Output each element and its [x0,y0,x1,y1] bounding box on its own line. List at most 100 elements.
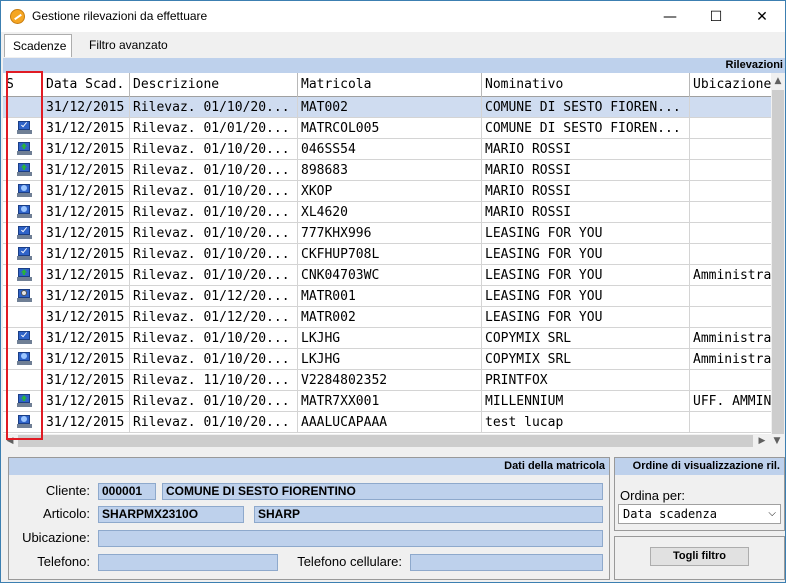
grid-header: S Data Scad. Descrizione Matricola Nomin… [3,73,771,97]
matricola-cell: MATR7XX001 [298,391,482,412]
table-row[interactable]: 31/12/2015 Rilevaz. 01/12/20... MATR002 LEA… [3,307,771,328]
description-cell: Rilevaz. 01/12/20... [130,286,298,307]
tab-scadenze[interactable]: Scadenze [4,34,72,57]
articolo-brand-field[interactable]: SHARP [254,506,603,523]
scroll-right-arrow-icon[interactable]: ▶ [755,433,769,449]
nominativo-cell: PRINTFOX [482,370,690,391]
ubicazione-cell: Amministra [690,265,771,286]
description-cell: Rilevaz. 01/10/20... [130,328,298,349]
date-cell: 31/12/2015 [43,244,130,265]
matricola-cell: MATR001 [298,286,482,307]
table-row[interactable]: 31/12/2015 Rilevaz. 01/12/20... MATR001 LEA… [3,286,771,307]
horizontal-scroll-thumb[interactable] [18,435,753,447]
rilevazioni-grid[interactable]: S Data Scad. Descrizione Matricola Nomin… [3,73,771,434]
nominativo-cell: COMUNE DI SESTO FIOREN... [482,118,690,139]
order-select[interactable]: Data scadenza ⌵ [618,504,781,524]
tab-bar: Scadenze Filtro avanzato [1,32,785,58]
nominativo-cell: MARIO ROSSI [482,139,690,160]
column-header-descrizione[interactable]: Descrizione [130,73,298,97]
table-row[interactable]: 31/12/2015 Rilevaz. 01/10/20... XKOP MARIO … [3,181,771,202]
grid-title-band: Rilevazioni [3,58,785,73]
table-row[interactable]: 31/12/2015 Rilevaz. 01/10/20... MATR7XX001… [3,391,771,412]
ubicazione-cell [690,412,771,433]
date-cell: 31/12/2015 [43,181,130,202]
togli-filtro-button[interactable]: Togli filtro [650,547,749,566]
ubicazione-cell [690,370,771,391]
ubicazione-cell [690,139,771,160]
description-cell: Rilevaz. 01/10/20... [130,349,298,370]
cliente-label: Cliente: [45,483,90,498]
matricola-cell: LKJHG [298,349,482,370]
ubicazione-cell: Amministra [690,349,771,370]
nominativo-cell: COMUNE DI SESTO FIOREN... [482,97,690,118]
date-cell: 31/12/2015 [43,328,130,349]
table-row[interactable]: 31/12/2015 Rilevaz. 01/10/20... CNK04703WC… [3,265,771,286]
table-row[interactable]: 31/12/2015 Rilevaz. 01/10/20... XL4620 MARI… [3,202,771,223]
column-header-nominativo[interactable]: Nominativo [482,73,690,97]
date-cell: 31/12/2015 [43,391,130,412]
ubicazione-field[interactable] [98,530,603,547]
scroll-down-arrow-icon[interactable]: ▼ [770,433,784,449]
ubicazione-cell [690,244,771,265]
table-row[interactable]: 31/12/2015 Rilevaz. 01/10/20... LKJHG COPYM… [3,349,771,370]
date-cell: 31/12/2015 [43,370,130,391]
column-header-matricola[interactable]: Matricola [298,73,482,97]
ubicazione-cell [690,118,771,139]
matricola-cell: XKOP [298,181,482,202]
close-button[interactable]: ✕ [739,1,785,32]
table-row[interactable]: 31/12/2015 Rilevaz. 01/10/20... LKJHG COPYM… [3,328,771,349]
description-cell: Rilevaz. 01/10/20... [130,181,298,202]
description-cell: Rilevaz. 01/10/20... [130,265,298,286]
table-row[interactable]: 31/12/2015 Rilevaz. 01/10/20... 046SS54 MAR… [3,139,771,160]
date-cell: 31/12/2015 [43,202,130,223]
table-row[interactable]: 31/12/2015 Rilevaz. 01/10/20... CKFHUP708L… [3,244,771,265]
nominativo-cell: LEASING FOR YOU [482,286,690,307]
nominativo-cell: LEASING FOR YOU [482,265,690,286]
telefono-label: Telefono: [37,554,90,569]
cellulare-field[interactable] [410,554,603,571]
scroll-up-arrow-icon[interactable]: ▲ [771,73,785,89]
ubicazione-cell: UFF. AMMIN [690,391,771,412]
nominativo-cell: LEASING FOR YOU [482,244,690,265]
nominativo-cell: COPYMIX SRL [482,349,690,370]
matricola-cell: MAT002 [298,97,482,118]
table-row[interactable]: 31/12/2015 Rilevaz. 01/10/20... 777KHX996 L… [3,223,771,244]
table-row[interactable]: 31/12/2015 Rilevaz. 01/10/20... 898683 MARI… [3,160,771,181]
vertical-scrollbar[interactable]: ▲ [771,73,785,435]
telefono-field[interactable] [98,554,278,571]
description-cell: Rilevaz. 01/10/20... [130,412,298,433]
matricola-cell: LKJHG [298,328,482,349]
horizontal-scrollbar[interactable]: ◀ ▶ ▼ [3,434,785,448]
column-header-data-scad[interactable]: Data Scad. [43,73,130,97]
title-bar: Gestione rilevazioni da effettuare — ☐ ✕ [1,1,785,32]
table-row[interactable]: 31/12/2015 Rilevaz. 01/10/20... AAALUCAPAA… [3,412,771,433]
date-cell: 31/12/2015 [43,286,130,307]
table-row[interactable]: 31/12/2015 Rilevaz. 01/01/20... MATRCOL005… [3,118,771,139]
main-window: Gestione rilevazioni da effettuare — ☐ ✕… [0,0,786,583]
nominativo-cell: test lucap [482,412,690,433]
matricola-cell: 898683 [298,160,482,181]
ubicazione-cell [690,97,771,118]
maximize-button[interactable]: ☐ [693,1,739,32]
matricola-cell: AAALUCAPAAA [298,412,482,433]
date-cell: 31/12/2015 [43,139,130,160]
matricola-cell: MATR002 [298,307,482,328]
tab-filtro-avanzato[interactable]: Filtro avanzato [81,34,176,57]
description-cell: Rilevaz. 01/10/20... [130,160,298,181]
table-row[interactable]: 31/12/2015 Rilevaz. 01/10/20... MAT002 COMU… [3,97,771,118]
description-cell: Rilevaz. 01/10/20... [130,202,298,223]
description-cell: Rilevaz. 01/10/20... [130,391,298,412]
column-header-ubicazione[interactable]: Ubicazione [690,73,771,97]
cliente-name-field[interactable]: COMUNE DI SESTO FIORENTINO [162,483,603,500]
minimize-button[interactable]: — [647,1,693,32]
chevron-down-icon: ⌵ [768,508,776,519]
order-label: Ordina per: [620,488,686,503]
nominativo-cell: LEASING FOR YOU [482,307,690,328]
cellulare-label: Telefono cellulare: [297,554,402,569]
articolo-code-field[interactable]: SHARPMX2310O [98,506,244,523]
vertical-scroll-thumb[interactable] [772,90,784,435]
table-row[interactable]: 31/12/2015 Rilevaz. 11/10/20... V228480235… [3,370,771,391]
nominativo-cell: MILLENNIUM [482,391,690,412]
nominativo-cell: LEASING FOR YOU [482,223,690,244]
cliente-code-field[interactable]: 000001 [98,483,156,500]
